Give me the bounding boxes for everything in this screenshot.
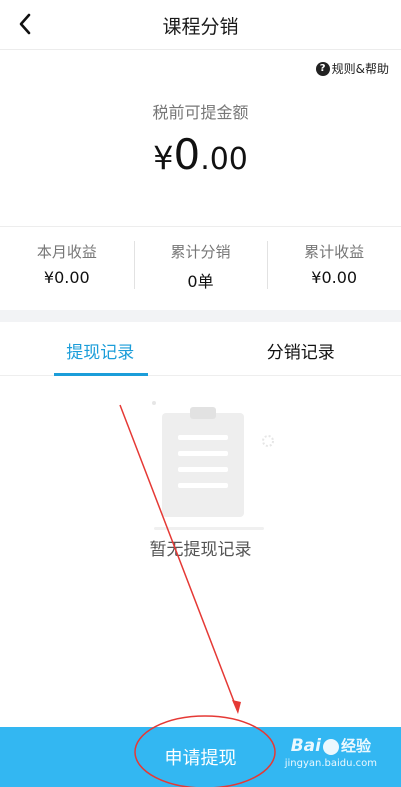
rules-help-link[interactable]: ? 规则&帮助 xyxy=(315,60,389,77)
stat-label: 累计分销 xyxy=(170,243,231,261)
baidu-watermark: Bai 经验 jingyan.baidu.com xyxy=(285,735,377,769)
balance-integer: 0 xyxy=(173,130,201,179)
annotation-arrow-head xyxy=(232,700,241,714)
watermark-url: jingyan.baidu.com xyxy=(284,758,377,769)
help-label: 规则&帮助 xyxy=(331,62,389,76)
question-circle-icon: ? xyxy=(315,61,330,76)
stats-row: 本月收益 ¥0.00 累计分销 0单 累计收益 ¥0.00 xyxy=(0,226,401,310)
stat-label: 本月收益 xyxy=(36,243,97,261)
watermark-brand-suffix: 经验 xyxy=(340,737,371,755)
stat-value: ¥0.00 xyxy=(311,268,358,287)
balance-amount: ¥0.00 xyxy=(0,130,401,179)
stat-label: 累计收益 xyxy=(304,243,365,261)
clipboard-icon xyxy=(152,401,274,530)
stat-value: ¥0.00 xyxy=(43,268,90,287)
balance-decimal: .00 xyxy=(200,142,248,177)
tab-distribution-records[interactable]: 分销记录 xyxy=(201,322,401,375)
balance-label: 税前可提金额 xyxy=(152,103,249,122)
stat-monthly-income: 本月收益 ¥0.00 xyxy=(0,227,134,310)
top-bar: 课程分销 xyxy=(0,0,401,50)
tab-withdraw-records[interactable]: 提现记录 xyxy=(0,322,201,376)
stat-total-distribution: 累计分销 0单 xyxy=(133,227,268,310)
watermark-brand: Bai xyxy=(290,736,321,756)
record-tabs: 提现记录 分销记录 xyxy=(0,322,401,376)
apply-withdraw-label: 申请提现 xyxy=(164,748,237,769)
page-title: 课程分销 xyxy=(162,16,239,38)
stat-total-income: 累计收益 ¥0.00 xyxy=(267,227,401,310)
paw-icon xyxy=(322,738,339,755)
currency-symbol: ¥ xyxy=(153,139,174,177)
section-divider xyxy=(0,310,401,322)
empty-state-text: 暂无提现记录 xyxy=(149,540,252,560)
stat-value: 0单 xyxy=(187,272,214,291)
